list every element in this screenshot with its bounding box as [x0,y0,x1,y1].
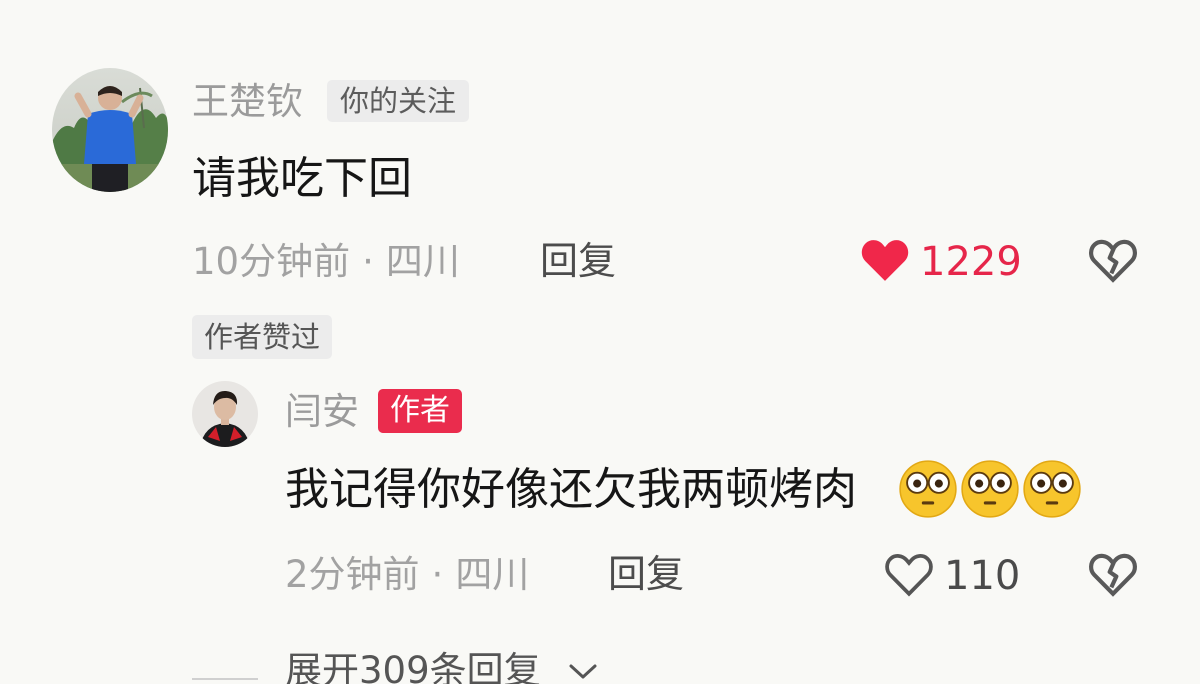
broken-heart-icon[interactable] [1088,550,1138,598]
reply-reply-button[interactable]: 回复 [608,555,684,593]
like-count: 1229 [920,239,1022,285]
reply-location: 四川 [455,553,530,596]
reply-like-count: 110 [944,553,1021,599]
reply-text: 我记得你好像还欠我两顿烤肉 [285,464,857,515]
expand-divider [192,678,258,680]
reply-avatar[interactable] [192,381,258,447]
comment-username[interactable]: 王楚钦 [192,83,303,120]
flushed-face-emoji [961,460,1019,518]
comment-text: 请我吃下回 [192,153,412,204]
chevron-down-icon[interactable] [565,660,601,682]
expand-replies-button[interactable]: 展开309条回复 [285,652,541,684]
meta-separator: · [362,240,374,283]
reply-username[interactable]: 闫安 [285,393,359,430]
reply-time: 2分钟前 [285,553,420,596]
comment-time: 10分钟前 [192,240,351,283]
flushed-face-emoji [899,460,957,518]
reply-meta: 2分钟前 · 四川 [285,556,529,593]
flushed-face-emoji [1023,460,1081,518]
heart-outline-icon[interactable] [884,550,934,598]
follow-tag: 你的关注 [327,80,470,122]
emoji-group [897,458,1083,520]
comment-location: 四川 [385,240,460,283]
comment-thread: 王楚钦 你的关注 请我吃下回 10分钟前 · 四川 回复 1229 作者赞过 闫安 … [0,0,1200,684]
broken-heart-icon[interactable] [1088,236,1138,284]
reply-button[interactable]: 回复 [540,242,616,280]
comment-meta: 10分钟前 · 四川 [192,243,460,280]
meta-separator: · [431,553,444,596]
author-liked-tag: 作者赞过 [192,315,333,359]
avatar[interactable] [52,68,168,192]
heart-filled-icon[interactable] [860,236,910,284]
author-badge: 作者 [378,389,462,433]
